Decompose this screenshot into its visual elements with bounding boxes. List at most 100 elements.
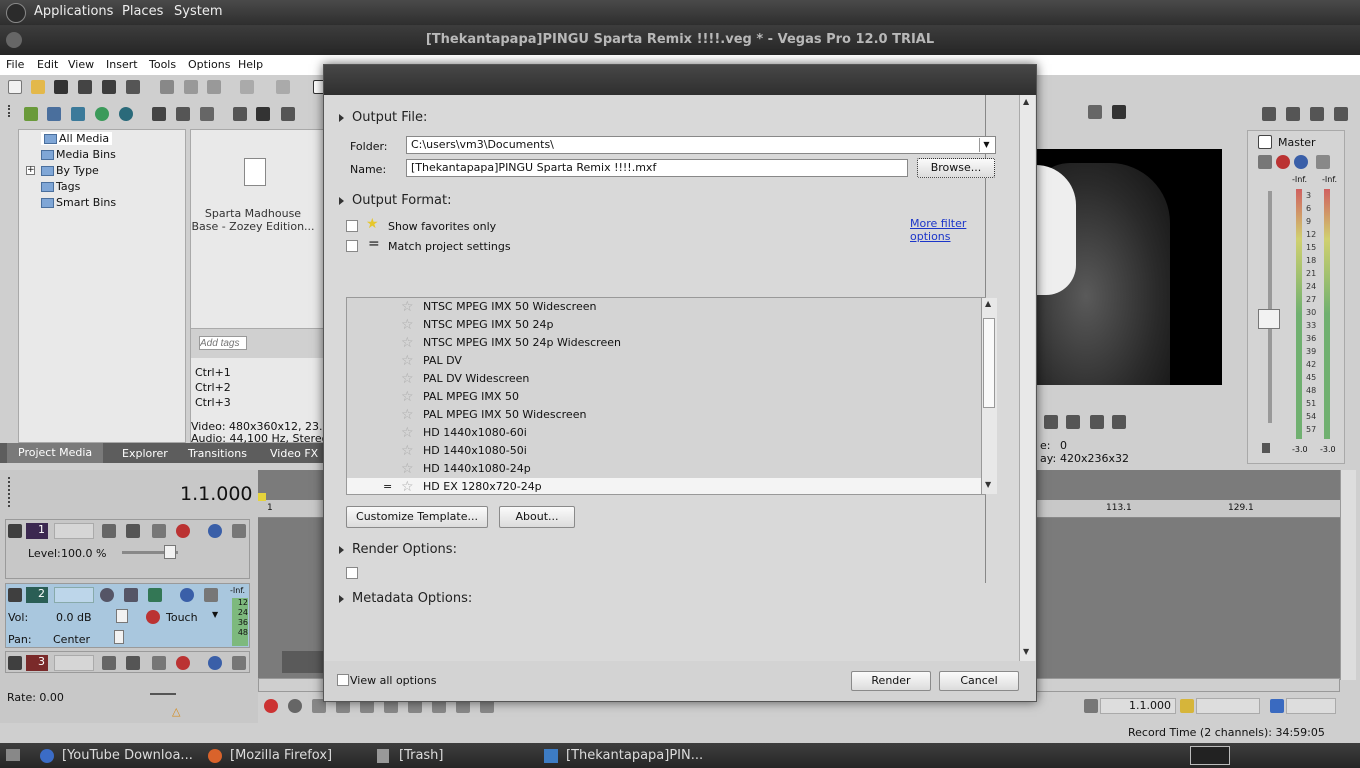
metadata-options-section[interactable]: Metadata Options:	[339, 591, 472, 606]
play-icon[interactable]	[233, 107, 247, 121]
favorite-star-icon[interactable]: ☆	[401, 371, 414, 387]
dialog-scroll-up-icon[interactable]: ▲	[1023, 97, 1029, 106]
mode-dropdown-icon[interactable]: ▼	[212, 610, 218, 619]
track-motion-icon[interactable]	[102, 656, 116, 670]
format-list-item[interactable]: ☆ NTSC MPEG IMX 50 24p Widescreen	[347, 334, 981, 352]
output-format-section[interactable]: Output Format:	[339, 193, 451, 208]
solo-icon[interactable]	[1316, 155, 1330, 169]
solo-icon[interactable]	[232, 524, 246, 538]
format-list-item[interactable]: ☆ NTSC MPEG IMX 50 24p	[347, 316, 981, 334]
favorite-star-icon[interactable]: ☆	[401, 407, 414, 423]
automation-icon[interactable]	[1276, 155, 1290, 169]
track-2-name-field[interactable]	[54, 587, 94, 603]
automation-icon[interactable]	[176, 524, 190, 538]
mute-icon[interactable]	[208, 524, 222, 538]
solo-icon[interactable]	[232, 656, 246, 670]
mixer-icon[interactable]	[1262, 107, 1276, 121]
tree-all-media[interactable]: All Media	[41, 132, 113, 145]
show-desktop-icon[interactable]	[6, 749, 20, 761]
format-list-item[interactable]: ☆ PAL DV	[347, 352, 981, 370]
menu-options[interactable]: Options	[188, 58, 230, 71]
output-file-section[interactable]: Output File:	[339, 110, 427, 125]
favorite-star-icon[interactable]: ☆	[401, 443, 414, 459]
track-menu-icon[interactable]	[8, 588, 22, 602]
video-track-3[interactable]: 3	[5, 651, 250, 673]
track-fx-icon[interactable]	[126, 656, 140, 670]
prev-frame-icon[interactable]	[1044, 415, 1058, 429]
gnome-logo-icon[interactable]	[6, 3, 26, 23]
favorite-star-icon[interactable]: ☆	[401, 335, 414, 351]
format-list-item[interactable]: ☆ PAL DV Widescreen	[347, 370, 981, 388]
format-list-item[interactable]: ☆ HD 1440x1080-50i	[347, 442, 981, 460]
dialog-scroll-down-icon[interactable]: ▼	[1023, 647, 1029, 656]
favorite-star-icon[interactable]: ☆	[401, 353, 414, 369]
task-firefox[interactable]: [Mozilla Firefox]	[230, 748, 332, 763]
show-favorites-checkbox[interactable]	[346, 220, 358, 232]
record-icon[interactable]	[264, 699, 278, 713]
window-menu-icon[interactable]	[6, 32, 22, 48]
mute-icon[interactable]	[208, 656, 222, 670]
mute-icon[interactable]	[180, 588, 194, 602]
automation-icon[interactable]	[176, 656, 190, 670]
task-vegas[interactable]: [Thekantapapa]PIN...	[566, 748, 703, 763]
copy-snapshot-icon[interactable]	[1088, 105, 1102, 119]
track-fx-icon[interactable]	[126, 524, 140, 538]
expand-icon[interactable]: +	[26, 166, 35, 175]
scroll-up-icon[interactable]: ▲	[985, 299, 991, 308]
playhead-marker[interactable]	[258, 493, 266, 501]
paste-icon[interactable]	[207, 80, 221, 94]
new-icon[interactable]	[8, 80, 22, 94]
format-list-item[interactable]: = ☆ HD EX 1280x720-24p	[347, 478, 981, 494]
right-scrollbar[interactable]	[1340, 470, 1356, 680]
track-menu-icon[interactable]	[8, 656, 22, 670]
task-youtube-downloader[interactable]: [YouTube Downloa...	[62, 748, 193, 763]
render-as-icon[interactable]	[102, 80, 116, 94]
tab-explorer[interactable]: Explorer	[122, 447, 168, 460]
slow-icon[interactable]	[1090, 415, 1104, 429]
about-button[interactable]: About...	[499, 506, 575, 528]
folder-field[interactable]: C:\users\vm3\Documents\	[406, 136, 996, 154]
menu-system[interactable]: System	[174, 4, 222, 19]
more-filter-options-link[interactable]: More filter options	[910, 217, 985, 243]
menu-view[interactable]: View	[68, 58, 94, 71]
level-slider-thumb[interactable]	[164, 545, 176, 559]
automation-mode[interactable]: Touch	[166, 611, 198, 624]
search-icon[interactable]	[119, 107, 133, 121]
format-list-item[interactable]: ☆ PAL MPEG IMX 50	[347, 388, 981, 406]
dialog-scrollbar[interactable]: ▲ ▼	[1019, 95, 1035, 661]
favorite-star-icon[interactable]: ☆	[401, 425, 414, 441]
media-fx-icon[interactable]	[200, 107, 214, 121]
tab-transitions[interactable]: Transitions	[188, 447, 247, 460]
format-list-scrollbar[interactable]: ▲ ▼	[981, 298, 997, 494]
pan-slider-thumb[interactable]	[114, 630, 124, 644]
track-menu-icon[interactable]	[8, 524, 22, 538]
menu-insert[interactable]: Insert	[106, 58, 138, 71]
menu-edit[interactable]: Edit	[37, 58, 58, 71]
render-option-checkbox[interactable]	[346, 567, 358, 579]
track-1-name-field[interactable]	[54, 523, 94, 539]
view-all-options-checkbox[interactable]	[337, 674, 349, 686]
undo-icon[interactable]	[240, 80, 254, 94]
downmix-icon[interactable]	[1286, 107, 1300, 121]
cut-icon[interactable]	[160, 80, 174, 94]
menu-places[interactable]: Places	[122, 4, 163, 19]
selection-length-field[interactable]	[1286, 698, 1336, 714]
save-as-icon[interactable]	[78, 80, 92, 94]
open-icon[interactable]	[31, 80, 45, 94]
redo-icon[interactable]	[276, 80, 290, 94]
refresh-icon[interactable]	[95, 107, 109, 121]
master-fader-thumb[interactable]	[1258, 309, 1280, 329]
track-3-name-field[interactable]	[54, 655, 94, 671]
track-fx-icon[interactable]	[148, 588, 162, 602]
render-options-section[interactable]: Render Options:	[339, 542, 457, 557]
automation-settings-icon[interactable]	[146, 610, 160, 624]
cancel-button[interactable]: Cancel	[939, 671, 1019, 691]
vol-slider-thumb[interactable]	[116, 609, 128, 623]
render-button[interactable]: Render	[851, 671, 931, 691]
invert-phase-icon[interactable]	[124, 588, 138, 602]
mute-icon[interactable]	[1294, 155, 1308, 169]
next-frame-icon[interactable]	[1066, 415, 1080, 429]
favorite-star-icon[interactable]: ☆	[401, 317, 414, 333]
save-snapshot-icon[interactable]	[1112, 105, 1126, 119]
menu-help[interactable]: Help	[238, 58, 263, 71]
